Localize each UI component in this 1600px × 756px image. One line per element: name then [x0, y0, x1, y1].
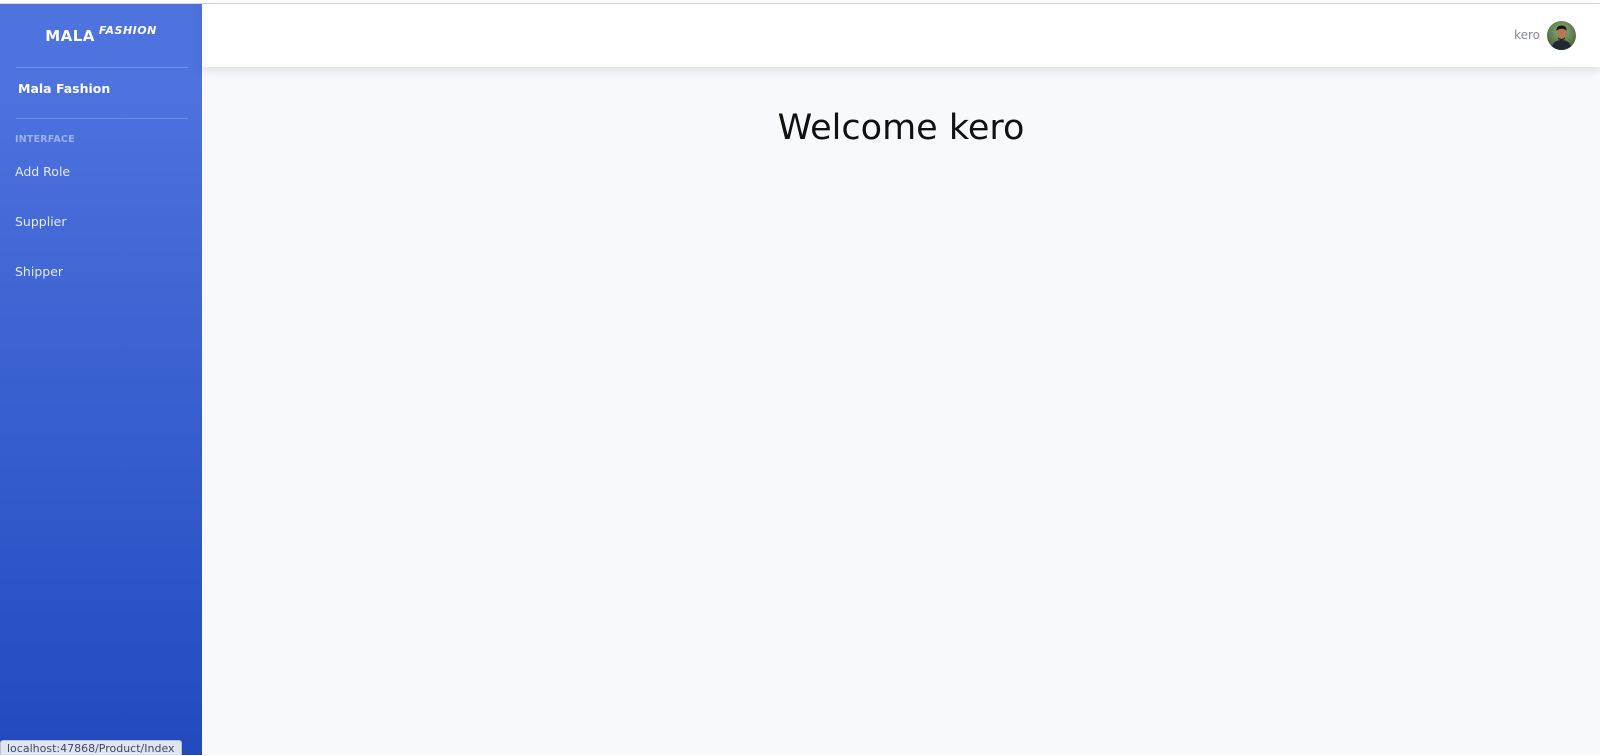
sidebar-item-shipper[interactable]: Shipper [15, 264, 63, 279]
avatar-image [1547, 21, 1576, 50]
app-window: Mala Fashion Mala Fashion Interface Add … [0, 0, 1600, 755]
sidebar: Mala Fashion Mala Fashion Interface Add … [0, 4, 202, 755]
brand-main-text: Mala [45, 26, 95, 45]
sidebar-divider [16, 67, 188, 68]
main-content: kero Welcome kero [202, 4, 1600, 755]
sidebar-brand[interactable]: Mala Fashion [0, 4, 202, 67]
sidebar-item-dashboard[interactable]: Mala Fashion [18, 81, 110, 96]
sidebar-item-add-role[interactable]: Add Role [15, 164, 70, 179]
topbar: kero [202, 4, 1600, 67]
user-avatar[interactable] [1547, 21, 1576, 50]
browser-status-url: localhost:47868/Product/Index [0, 740, 182, 755]
sidebar-item-supplier[interactable]: Supplier [15, 214, 67, 229]
brand-superscript-text: Fashion [98, 24, 157, 37]
sidebar-divider [16, 118, 188, 119]
welcome-heading: Welcome kero [777, 108, 1025, 148]
user-name[interactable]: kero [1514, 28, 1540, 42]
sidebar-heading-interface: Interface [15, 134, 75, 145]
